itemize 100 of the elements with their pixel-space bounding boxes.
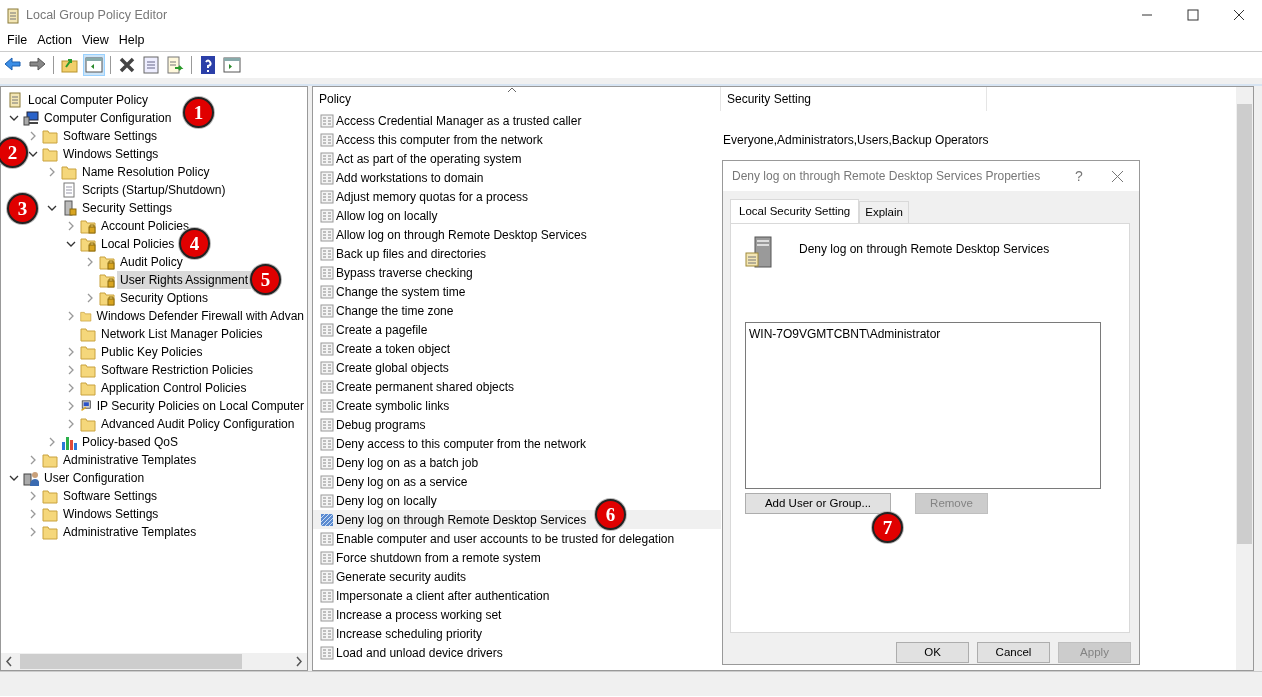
tree-item[interactable]: User Configuration <box>41 469 148 487</box>
folder-icon <box>80 326 96 342</box>
policy-name[interactable]: Bypass traverse checking <box>336 263 473 282</box>
policy-name[interactable]: Deny log on as a batch job <box>336 453 479 472</box>
menu-item[interactable]: Help <box>113 31 150 50</box>
folder-icon <box>42 488 58 504</box>
horizontal-scrollbar[interactable] <box>1 653 307 670</box>
policy-name[interactable]: Force shutdown from a remote system <box>336 548 541 567</box>
policy-icon <box>7 92 23 108</box>
dialog-button[interactable]: OK <box>896 642 969 664</box>
policy-name[interactable]: Increase scheduling priority <box>336 624 483 643</box>
policy-icon <box>320 151 334 166</box>
policy-icon <box>320 588 334 603</box>
tree-item[interactable]: Local Computer Policy <box>25 91 152 109</box>
tree-item[interactable]: Network List Manager Policies <box>98 325 266 343</box>
tab[interactable]: Explain <box>859 201 909 224</box>
vertical-scrollbar[interactable] <box>1236 87 1253 670</box>
policy-name[interactable]: Adjust memory quotas for a process <box>336 187 529 206</box>
column-header[interactable]: Security Setting <box>721 87 987 111</box>
policy-name[interactable]: Create a token object <box>336 339 451 358</box>
policy-name[interactable]: Debug programs <box>336 415 426 434</box>
policy-name[interactable]: Enable computer and user accounts to be trusted for delegation <box>336 529 675 548</box>
server-lock-icon <box>61 200 77 216</box>
policy-name[interactable]: Add workstations to domain <box>336 168 484 187</box>
policy-name[interactable]: Deny log on as a service <box>336 472 468 491</box>
user-computer-icon <box>23 470 39 486</box>
policy-icon <box>320 246 334 261</box>
policy-icon <box>320 208 334 223</box>
tree-item[interactable]: Computer Configuration <box>41 109 175 127</box>
policy-selected-icon <box>320 512 334 527</box>
policy-name[interactable]: Act as part of the operating system <box>336 149 522 168</box>
tree-item[interactable]: Local Policies <box>98 235 178 253</box>
policy-icon <box>320 284 334 299</box>
tab[interactable]: Local Security Setting <box>730 199 860 224</box>
computer-icon <box>23 110 39 126</box>
policy-name[interactable]: Allow log on locally <box>336 206 438 225</box>
column-header[interactable]: Policy <box>313 87 721 111</box>
policy-name[interactable]: Back up files and directories <box>336 244 487 263</box>
policy-name[interactable]: Create symbolic links <box>336 396 450 415</box>
tree-item[interactable]: Scripts (Startup/Shutdown) <box>79 181 229 199</box>
export-list-button[interactable] <box>164 54 186 76</box>
policy-name[interactable]: Change the time zone <box>336 301 454 320</box>
tree-item[interactable]: Administrative Templates <box>60 451 200 469</box>
menu-item[interactable]: View <box>76 31 114 50</box>
policy-icon <box>320 360 334 375</box>
menu-item[interactable]: Action <box>32 31 77 50</box>
policy-name[interactable]: Increase a process working set <box>336 605 502 624</box>
folder-icon <box>80 344 96 360</box>
policy-icon <box>320 607 334 622</box>
tree-item[interactable]: Software Restriction Policies <box>98 361 257 379</box>
tree-item[interactable]: User Rights Assignment <box>117 271 252 289</box>
policy-icon <box>320 550 334 565</box>
close-icon[interactable] <box>1112 170 1123 182</box>
computer-key-icon <box>80 398 92 414</box>
tree-item[interactable]: Administrative Templates <box>60 523 200 541</box>
locked-folder-icon <box>99 272 115 288</box>
tree-item[interactable]: Windows Settings <box>60 505 162 523</box>
tree-item[interactable]: Security Settings <box>79 199 176 217</box>
policy-name[interactable]: Create global objects <box>336 358 449 377</box>
tree-item[interactable]: Application Control Policies <box>98 379 250 397</box>
policy-name[interactable]: Deny log on locally <box>336 491 437 510</box>
dialog-button[interactable]: Add User or Group... <box>745 493 891 515</box>
folder-icon <box>80 362 96 378</box>
help-button[interactable]: ? <box>1062 164 1096 188</box>
policy-icon <box>320 398 334 413</box>
tree-item[interactable]: Public Key Policies <box>98 343 206 361</box>
folder-icon <box>80 416 96 432</box>
policy-name[interactable]: Change the system time <box>336 282 466 301</box>
tree-item[interactable]: Name Resolution Policy <box>79 163 213 181</box>
policy-name[interactable]: Generate security audits <box>336 567 467 586</box>
tree-item[interactable]: Windows Settings <box>60 145 162 163</box>
tree-item[interactable]: Software Settings <box>60 487 161 505</box>
policy-icon <box>320 132 334 147</box>
policy-name[interactable]: Deny access to this computer from the network <box>336 434 587 453</box>
policy-icon <box>320 455 334 470</box>
tree-item[interactable]: Advanced Audit Policy Configuration <box>98 415 298 433</box>
policy-icon <box>320 474 334 489</box>
policy-name[interactable]: Allow log on through Remote Desktop Services <box>336 225 587 244</box>
tree-item[interactable]: Policy-based QoS <box>79 433 182 451</box>
dialog-button[interactable]: Cancel <box>977 642 1050 664</box>
members-list[interactable]: WIN-7O9VGMTCBNT\Administrator <box>745 322 1101 490</box>
folder-icon <box>42 128 58 144</box>
policy-name[interactable]: Access Credential Manager as a trusted caller <box>336 111 582 130</box>
locked-folder-icon <box>99 290 115 306</box>
server-icon <box>745 236 775 269</box>
tree-item[interactable]: Windows Defender Firewall with Advan <box>93 307 307 325</box>
tree-pane-button[interactable] <box>83 54 105 76</box>
locked-folder-icon <box>80 236 96 252</box>
folder-icon <box>42 146 58 162</box>
policy-name[interactable]: Access this computer from the network <box>336 130 543 149</box>
list-item[interactable]: WIN-7O9VGMTCBNT\Administrator <box>749 325 1097 344</box>
menu-item[interactable]: File <box>2 31 33 50</box>
tree-item[interactable]: Software Settings <box>60 127 161 145</box>
policy-name[interactable]: Impersonate a client after authentication <box>336 586 550 605</box>
tree-item[interactable]: Security Options <box>117 289 212 307</box>
policy-name[interactable]: Create a pagefile <box>336 320 428 339</box>
policy-icon <box>320 436 334 451</box>
policy-name[interactable]: Load and unload device drivers <box>336 643 503 662</box>
policy-name[interactable]: Create permanent shared objects <box>336 377 515 396</box>
tree-item[interactable]: IP Security Policies on Local Computer <box>93 397 307 415</box>
